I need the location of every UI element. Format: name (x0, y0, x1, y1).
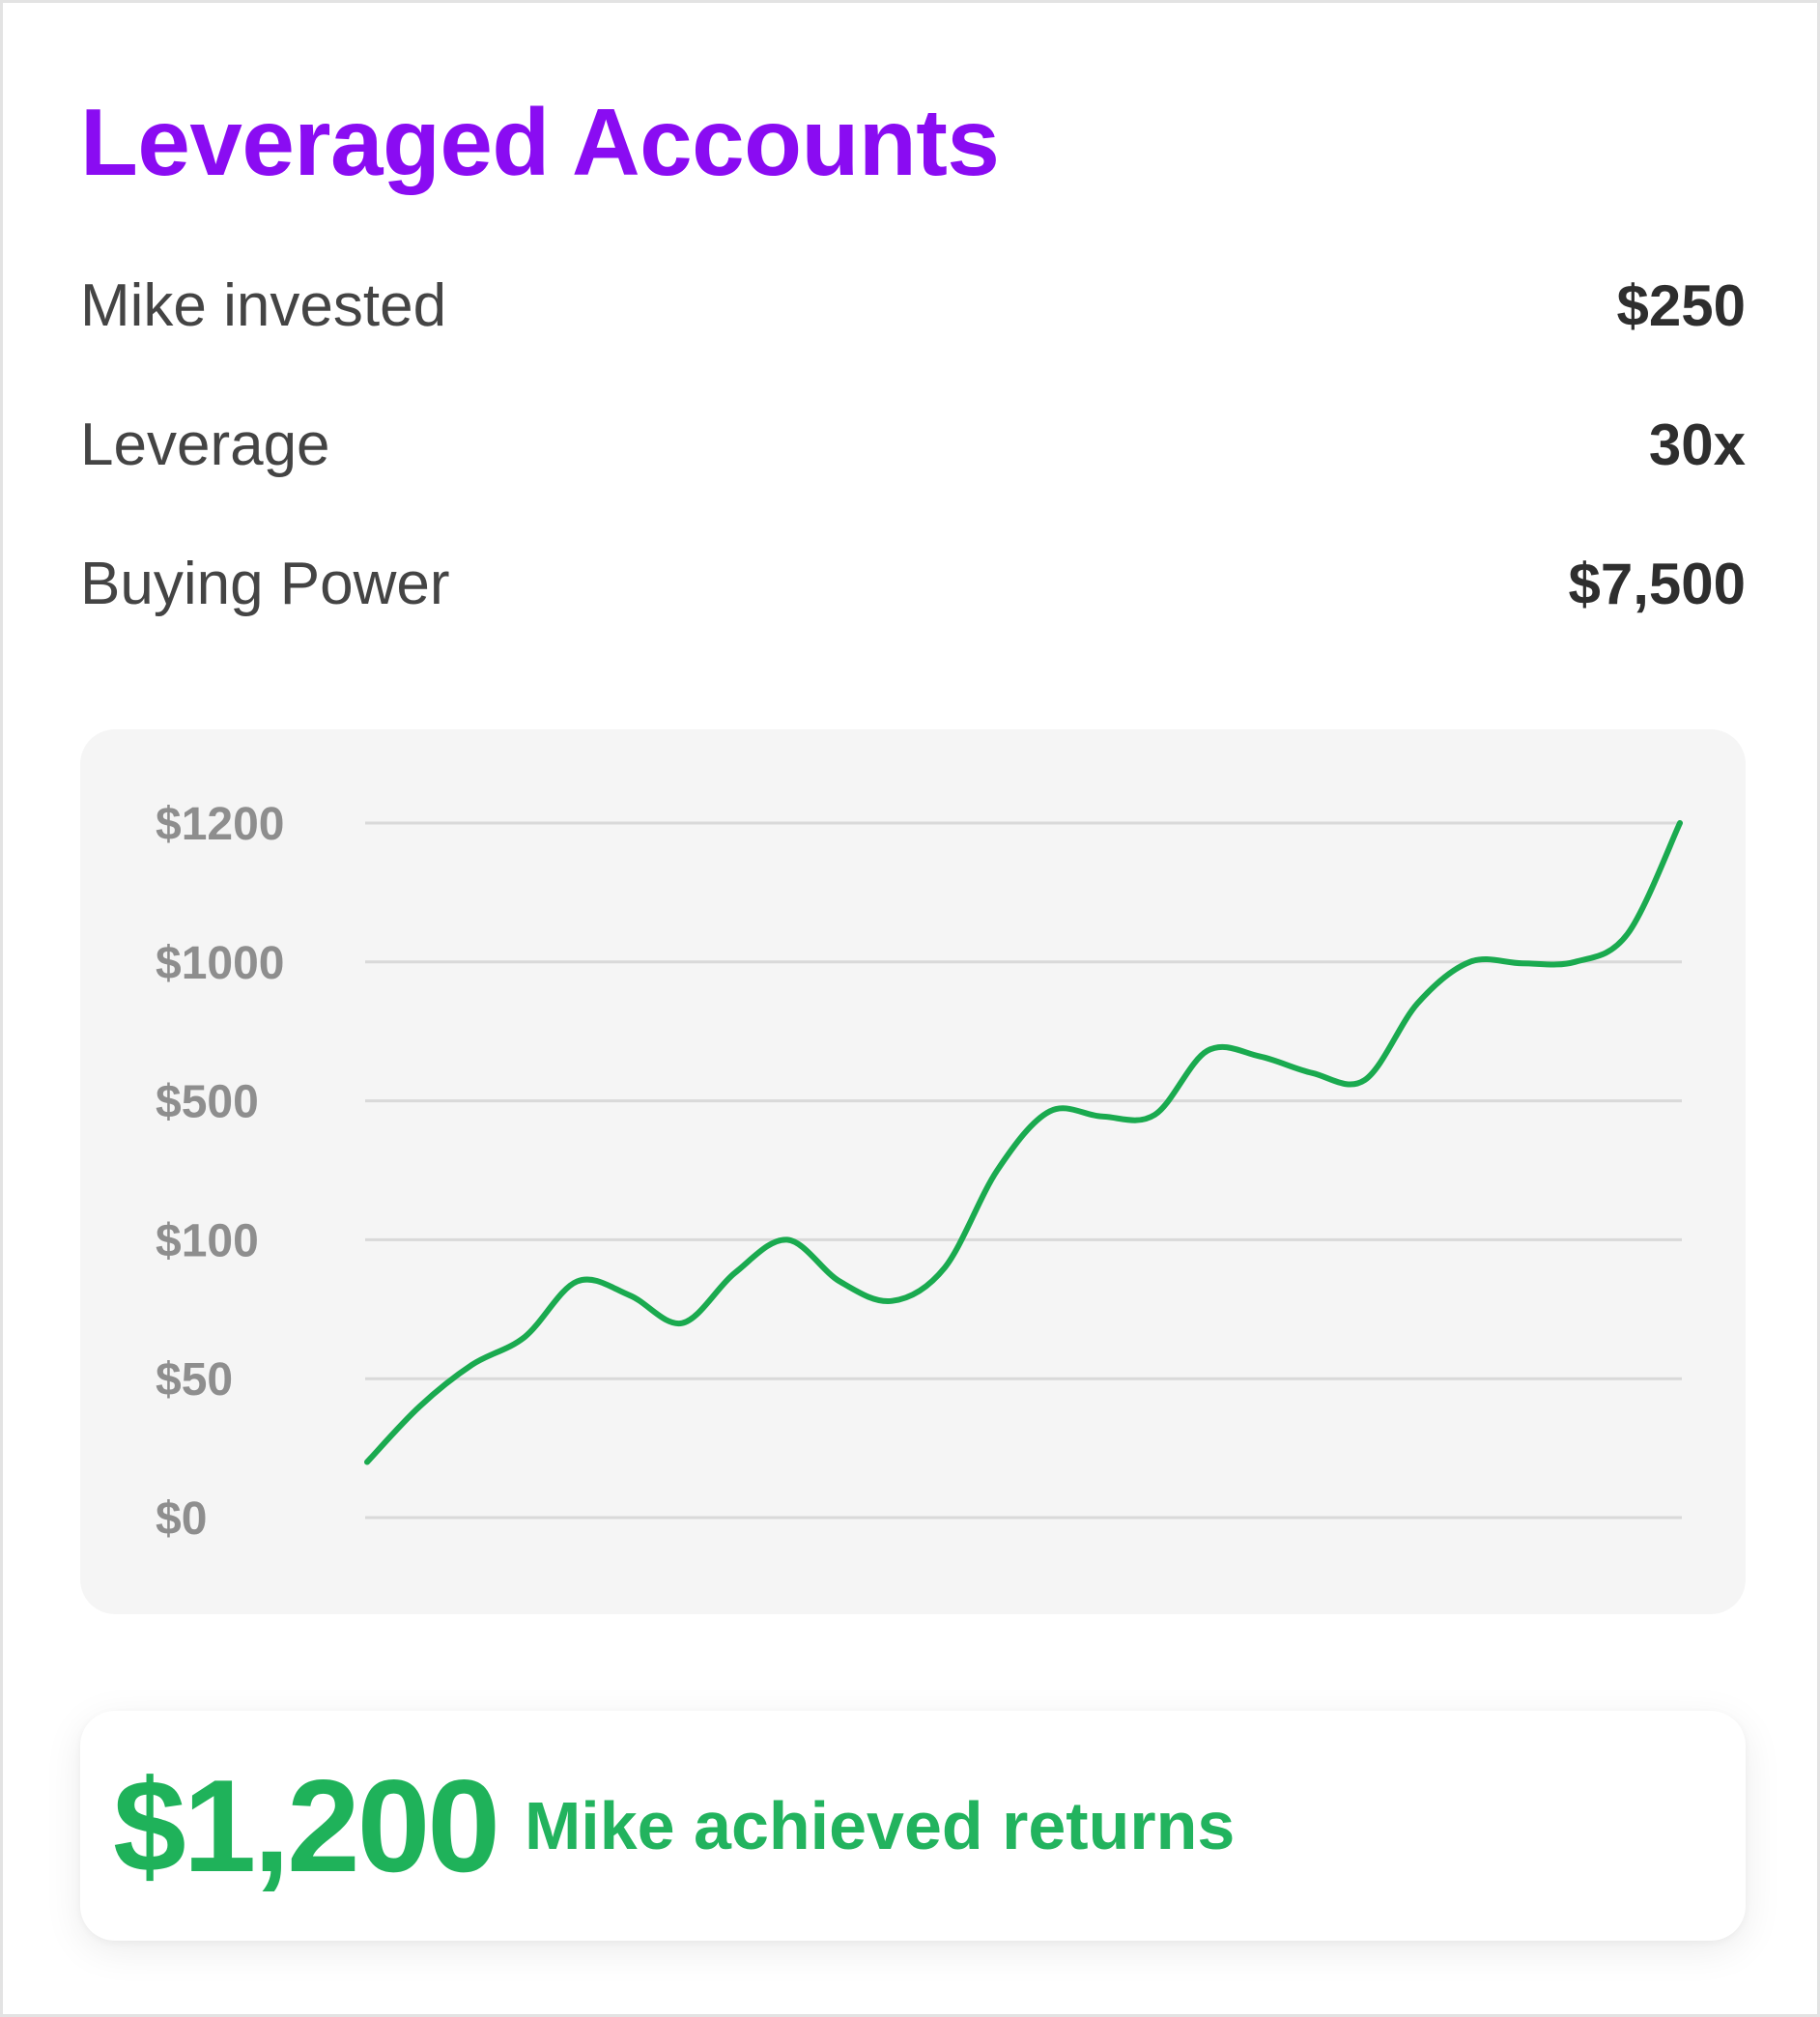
stat-label: Buying Power (80, 550, 450, 617)
stat-value: $7,500 (1568, 551, 1746, 616)
y-tick-label: $500 (156, 1077, 259, 1128)
leveraged-accounts-card: Leveraged Accounts Mike invested $250 Le… (0, 0, 1820, 2017)
returns-series-line (364, 820, 1683, 1465)
stat-label: Mike invested (80, 271, 447, 339)
stat-label: Leverage (80, 411, 330, 478)
y-tick-label: $50 (156, 1354, 233, 1406)
result-caption: Mike achieved returns (524, 1788, 1236, 1863)
stat-row-leverage: Leverage 30x (80, 401, 1746, 488)
y-tick-label: $100 (156, 1215, 259, 1266)
stat-row-invested: Mike invested $250 (80, 262, 1746, 349)
stat-row-buying-power: Buying Power $7,500 (80, 540, 1746, 627)
chart-svg: $0 $50 $100 $500 $1000 $1200 (156, 799, 1683, 1545)
result-amount: $1,200 (113, 1752, 500, 1899)
y-tick-label: $0 (156, 1493, 207, 1545)
stat-value: 30x (1648, 412, 1746, 477)
y-tick-label: $1000 (156, 938, 284, 989)
page-title: Leveraged Accounts (80, 89, 1000, 195)
y-tick-label: $1200 (156, 799, 284, 850)
stat-value: $250 (1616, 272, 1746, 338)
result-card: $1,200 Mike achieved returns (80, 1711, 1746, 1941)
returns-chart: $0 $50 $100 $500 $1000 $1200 (80, 729, 1746, 1614)
